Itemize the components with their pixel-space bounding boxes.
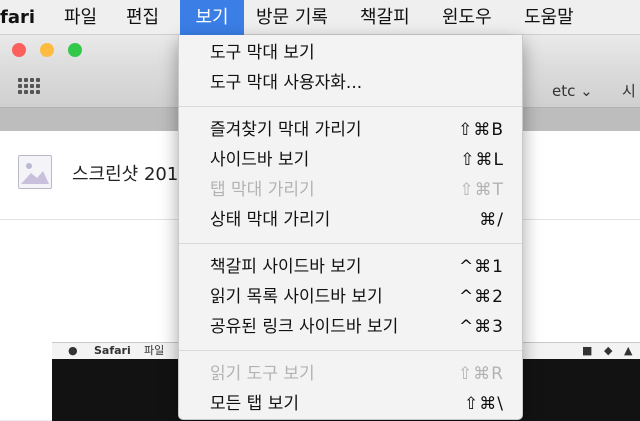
thumbnail-status-icon: ■ [582, 344, 593, 357]
menu-item-shortcut: ⇧⌘T [459, 180, 504, 200]
menu-item-shortcut: ⇧⌘\ [464, 394, 504, 414]
menubar: fari 파일 편집 보기 방문 기록 책갈피 윈도우 도움말 [0, 0, 640, 35]
favorites-item[interactable]: 시 [622, 77, 636, 105]
menu-item[interactable]: 상태 막대 가리기 ⌘/ [179, 205, 522, 235]
menubar-history[interactable]: 방문 기록 [256, 0, 328, 35]
menu-item-shortcut: ⇧⌘R [457, 364, 504, 384]
menu-item-label: 사이드바 보기 [210, 150, 310, 170]
minimize-window-button[interactable] [40, 43, 54, 57]
grid-icon[interactable] [18, 78, 40, 94]
menu-item-label: 읽기 목록 사이드바 보기 [210, 287, 383, 307]
menu-item-label: 도구 막대 보기 [210, 43, 315, 63]
favorites-etc-folder[interactable]: etc ⌄ [552, 77, 593, 105]
thumbnail-menu-file: 파일 [144, 344, 165, 357]
menu-item-shortcut: ^⌘2 [458, 287, 504, 307]
menubar-file[interactable]: 파일 [64, 0, 97, 35]
menubar-help[interactable]: 도움말 [524, 0, 574, 35]
image-file-icon [18, 155, 52, 189]
menu-item-label: 탭 막대 가리기 [210, 180, 315, 200]
file-title: 스크린샷 201 [72, 164, 179, 185]
view-menu: 도구 막대 보기도구 막대 사용자화... 즐겨찾기 막대 가리기 ⇧⌘B 사이드바 … [178, 35, 523, 420]
menu-item: 탭 막대 가리기 ⇧⌘T [179, 175, 522, 205]
menu-item[interactable]: 공유된 링크 사이드바 보기 ^⌘3 [179, 312, 522, 342]
zoom-window-button[interactable] [68, 43, 82, 57]
menu-item-label: 공유된 링크 사이드바 보기 [210, 317, 399, 337]
menubar-bookmarks[interactable]: 책갈피 [360, 0, 410, 35]
menu-item[interactable]: 읽기 목록 사이드바 보기 ^⌘2 [179, 282, 522, 312]
menu-item[interactable]: 도구 막대 보기 [179, 38, 522, 68]
apple-icon: ● [68, 344, 78, 357]
menu-item-label: 읽기 도구 보기 [210, 364, 315, 384]
menu-item-shortcut: ⇧⌘B [458, 120, 504, 140]
thumbnail-app-name: Safari [94, 344, 131, 357]
menu-separator [179, 350, 522, 351]
menu-item-shortcut: ^⌘1 [458, 257, 504, 277]
menu-item[interactable]: 모든 탭 보기 ⇧⌘\ [179, 389, 522, 419]
menu-item-label: 모든 탭 보기 [210, 394, 300, 414]
menu-item-shortcut: ⇧⌘L [460, 150, 504, 170]
menu-item-shortcut: ⌘/ [479, 210, 504, 230]
menubar-app-name[interactable]: fari [0, 0, 35, 35]
status-icon: ▲ [624, 344, 633, 357]
menu-item-label: 상태 막대 가리기 [210, 210, 331, 230]
menu-item[interactable]: 사이드바 보기 ⇧⌘L [179, 145, 522, 175]
menu-separator [179, 243, 522, 244]
menu-separator [179, 106, 522, 107]
menu-item[interactable]: 책갈피 사이드바 보기 ^⌘1 [179, 252, 522, 282]
menubar-view[interactable]: 보기 [180, 0, 244, 35]
menu-item[interactable]: 즐겨찾기 막대 가리기 ⇧⌘B [179, 115, 522, 145]
dropbox-icon: ◆ [604, 344, 613, 357]
menu-item-label: 책갈피 사이드바 보기 [210, 257, 362, 277]
menu-item[interactable]: 도구 막대 사용자화... [179, 68, 522, 98]
menu-item-shortcut: ^⌘3 [458, 317, 504, 337]
menu-item-label: 도구 막대 사용자화... [210, 73, 363, 93]
menu-item-label: 즐겨찾기 막대 가리기 [210, 120, 362, 140]
close-window-button[interactable] [12, 43, 26, 57]
menu-item: 읽기 도구 보기 ⇧⌘R [179, 359, 522, 389]
menubar-window[interactable]: 윈도우 [442, 0, 492, 35]
menubar-edit[interactable]: 편집 [126, 0, 159, 35]
